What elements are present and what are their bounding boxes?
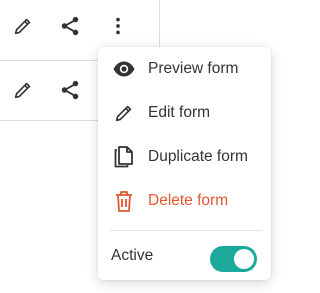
share-button[interactable] bbox=[56, 76, 84, 104]
menu-item-edit-form[interactable]: Edit form bbox=[98, 93, 271, 133]
menu-item-label: Edit form bbox=[148, 104, 211, 121]
copy-icon bbox=[112, 145, 136, 169]
menu-item-label: Delete form bbox=[148, 192, 229, 209]
share-button[interactable] bbox=[56, 12, 84, 40]
menu-item-delete-form[interactable]: Delete form bbox=[98, 181, 271, 221]
menu-item-duplicate-form[interactable]: Duplicate form bbox=[98, 137, 271, 177]
toggle-knob bbox=[234, 249, 254, 269]
share-icon bbox=[61, 80, 79, 100]
menu-item-label: Preview form bbox=[148, 60, 239, 77]
more-vertical-icon bbox=[116, 17, 120, 35]
menu-item-preview-form[interactable]: Preview form bbox=[98, 49, 271, 89]
more-options-button[interactable] bbox=[104, 12, 132, 40]
form-options-menu: Preview form Edit form Duplicate form De… bbox=[98, 47, 271, 280]
edit-button[interactable] bbox=[9, 76, 37, 104]
active-label: Active bbox=[111, 247, 154, 264]
menu-item-label: Duplicate form bbox=[148, 148, 248, 165]
pencil-icon bbox=[112, 101, 136, 125]
menu-divider bbox=[110, 230, 262, 231]
pencil-icon bbox=[14, 18, 31, 35]
share-icon bbox=[61, 16, 79, 36]
pencil-icon bbox=[14, 82, 31, 99]
eye-icon bbox=[112, 57, 136, 81]
edit-button[interactable] bbox=[9, 12, 37, 40]
active-toggle[interactable] bbox=[210, 246, 257, 272]
trash-icon bbox=[112, 189, 136, 213]
